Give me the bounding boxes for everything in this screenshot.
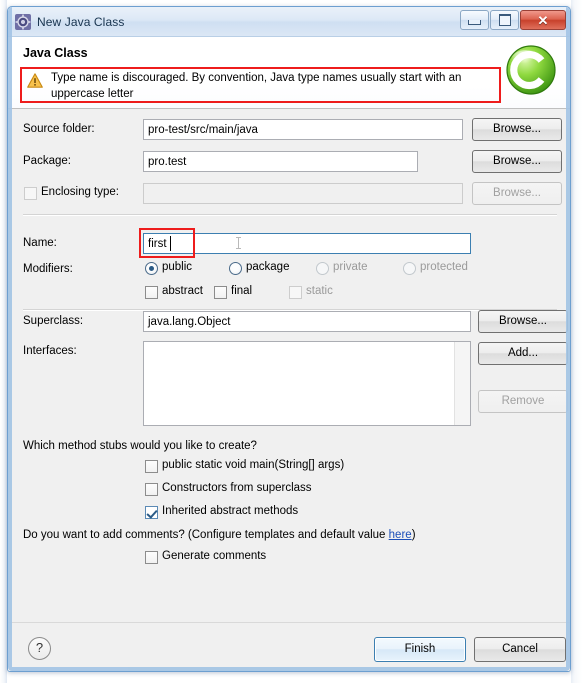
superclass-label: Superclass: — [23, 315, 84, 327]
name-input[interactable]: first — [143, 233, 471, 254]
help-button[interactable]: ? — [28, 637, 51, 660]
stub-checkbox-constructors[interactable] — [145, 483, 158, 496]
name-label: Name: — [23, 237, 57, 249]
modifier-checkbox-final[interactable] — [214, 286, 227, 299]
validation-message: Type name is discouraged. By convention,… — [51, 72, 462, 100]
java-class-wizard-icon — [15, 13, 31, 30]
green-c-logo — [505, 44, 557, 96]
method-stubs-question: Which method stubs would you like to cre… — [23, 440, 257, 452]
dialog-body: Source folder: pro-test/src/main/java Br… — [8, 109, 570, 622]
enclosing-type-checkbox[interactable] — [24, 187, 37, 200]
modifier-checkbox-static — [289, 286, 302, 299]
modifier-checkbox-abstract[interactable] — [145, 286, 158, 299]
interfaces-label: Interfaces: — [23, 345, 77, 357]
validation-message-box: Type name is discouraged. By convention,… — [20, 67, 501, 103]
finish-button[interactable]: Finish — [374, 637, 466, 662]
modifier-radio-public[interactable] — [145, 262, 158, 275]
warning-icon — [27, 73, 43, 88]
modifier-radio-protected — [403, 262, 416, 275]
close-icon: ✕ — [537, 12, 549, 28]
modifier-label-static: static — [306, 285, 333, 297]
stub-checkbox-main[interactable] — [145, 460, 158, 473]
generate-comments-checkbox[interactable] — [145, 551, 158, 564]
interfaces-remove-button: Remove — [478, 390, 568, 413]
window-title: New Java Class — [37, 14, 125, 29]
modifier-label-private: private — [333, 261, 368, 273]
mouse-ibeam-cursor — [236, 237, 241, 249]
interfaces-scrollbar[interactable] — [454, 342, 470, 425]
modifier-label-package: package — [246, 261, 290, 273]
superclass-input[interactable]: java.lang.Object — [143, 311, 471, 332]
enclosing-type-label: Enclosing type: — [41, 186, 119, 198]
separator-top — [23, 214, 557, 216]
dialog-footer: ? Finish Cancel — [8, 622, 570, 671]
modifier-radio-private — [316, 262, 329, 275]
window-controls: ✕ — [460, 10, 566, 30]
new-java-class-dialog: New Java Class ✕ Java Class Type name is… — [7, 6, 571, 672]
stub-label-main: public static void main(String[] args) — [162, 459, 345, 471]
package-browse-button[interactable]: Browse... — [472, 150, 562, 173]
text-caret — [170, 236, 171, 251]
generate-comments-label: Generate comments — [162, 550, 267, 562]
modifier-label-public: public — [162, 261, 193, 273]
comments-question: Do you want to add comments? (Configure … — [23, 529, 416, 541]
interfaces-list[interactable] — [143, 341, 471, 426]
maximize-icon — [498, 14, 511, 26]
minimize-icon — [468, 19, 481, 25]
superclass-browse-button[interactable]: Browse... — [478, 310, 568, 333]
source-folder-input[interactable]: pro-test/src/main/java — [143, 119, 463, 140]
backdrop-right-strip — [571, 0, 582, 683]
modifier-radio-package[interactable] — [229, 262, 242, 275]
stub-checkbox-inherited[interactable] — [145, 506, 158, 519]
package-input[interactable]: pro.test — [143, 151, 418, 172]
stub-label-constructors: Constructors from superclass — [162, 482, 312, 494]
comments-question-suffix: ) — [411, 529, 416, 541]
stub-label-inherited: Inherited abstract methods — [162, 505, 299, 517]
configure-templates-link[interactable]: here — [389, 529, 412, 541]
modifier-label-abstract: abstract — [162, 285, 203, 297]
dialog-header: Java Class Type name is discouraged. By … — [8, 37, 570, 109]
cancel-button[interactable]: Cancel — [474, 637, 566, 662]
maximize-button[interactable] — [490, 10, 519, 30]
minimize-button[interactable] — [460, 10, 489, 30]
interfaces-add-button[interactable]: Add... — [478, 342, 568, 365]
modifiers-label: Modifiers: — [23, 263, 73, 275]
modifier-label-protected: protected — [420, 261, 468, 273]
comments-question-prefix: Do you want to add comments? (Configure … — [23, 529, 389, 541]
backdrop-left-strip — [0, 0, 7, 683]
enclosing-type-browse-button: Browse... — [472, 182, 562, 205]
package-label: Package: — [23, 155, 71, 167]
modifier-label-final: final — [231, 285, 253, 297]
enclosing-type-input — [143, 183, 463, 204]
title-bar[interactable]: New Java Class ✕ — [8, 7, 570, 37]
source-folder-browse-button[interactable]: Browse... — [472, 118, 562, 141]
close-button[interactable]: ✕ — [520, 10, 566, 30]
page-title: Java Class — [23, 46, 88, 60]
source-folder-label: Source folder: — [23, 123, 95, 135]
